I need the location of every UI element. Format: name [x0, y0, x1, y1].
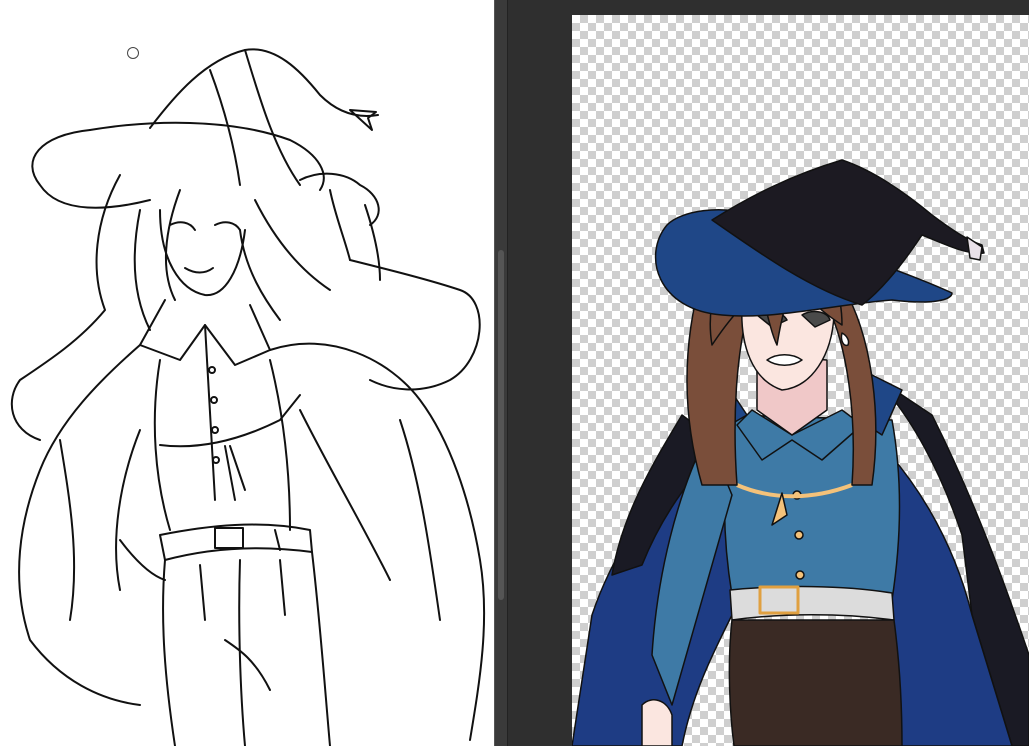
panel-divider-scrollbar[interactable] — [494, 0, 508, 746]
scrollbar-handle[interactable] — [498, 250, 504, 600]
color-canvas-area — [508, 0, 1029, 746]
flat-color-illustration — [572, 159, 1029, 746]
transparent-canvas[interactable] — [572, 15, 1029, 746]
line-art-sketch — [10, 48, 486, 746]
brush-cursor-icon — [127, 47, 139, 59]
line-art-canvas[interactable] — [0, 0, 494, 746]
